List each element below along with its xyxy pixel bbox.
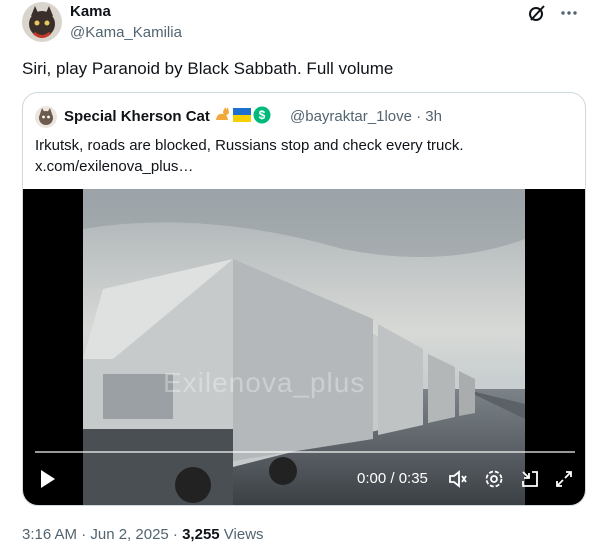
verified-money-badge-icon: $ [253, 106, 271, 129]
quote-link[interactable]: x.com/exilenova_plus… [35, 156, 565, 177]
svg-text:$: $ [259, 108, 266, 122]
video-progress-bar[interactable] [35, 451, 575, 453]
header-actions [526, 2, 580, 24]
quote-text: Irkutsk, roads are blocked, Russians sto… [35, 135, 565, 177]
author-avatar[interactable] [22, 2, 62, 42]
tweet-timestamp[interactable]: 3:16 AM · Jun 2, 2025 · [22, 526, 182, 543]
quote-handle-time[interactable]: @bayraktar_1love · 3h [290, 108, 442, 125]
quote-author-name[interactable]: Special Kherson Cat [64, 108, 210, 125]
grok-icon[interactable] [526, 2, 548, 24]
video-player[interactable]: Exilenova_plus 0:00 / 0:35 [23, 189, 585, 505]
video-watermark: Exilenova_plus [163, 367, 366, 398]
tweet-text: Siri, play Paranoid by Black Sabbath. Fu… [22, 59, 394, 78]
more-icon[interactable] [558, 2, 580, 24]
views-count: 3,255 [182, 526, 220, 543]
video-time: 0:00 / 0:35 [357, 470, 428, 487]
play-icon[interactable] [35, 467, 59, 491]
author-handle[interactable]: @Kama_Kamilia [70, 24, 182, 41]
settings-icon[interactable] [483, 468, 505, 490]
quote-author-badges: $ [213, 106, 271, 129]
video-controls: 0:00 / 0:35 [23, 457, 585, 503]
fullscreen-icon[interactable] [553, 468, 575, 490]
ukraine-flag-icon [233, 108, 251, 127]
quoted-tweet[interactable]: Special Kherson Cat $ @bayraktar_1love ·… [22, 92, 586, 506]
exit-icon[interactable] [519, 468, 541, 490]
cat-emoji-icon [213, 106, 231, 129]
quote-text-line: Irkutsk, roads are blocked, Russians sto… [35, 137, 464, 154]
views-label: Views [219, 526, 264, 543]
volume-icon[interactable] [447, 468, 469, 490]
author-name[interactable]: Kama [70, 3, 111, 20]
quote-author-avatar[interactable] [35, 106, 57, 128]
tweet-meta: 3:16 AM · Jun 2, 2025 · 3,255 Views [22, 526, 264, 543]
